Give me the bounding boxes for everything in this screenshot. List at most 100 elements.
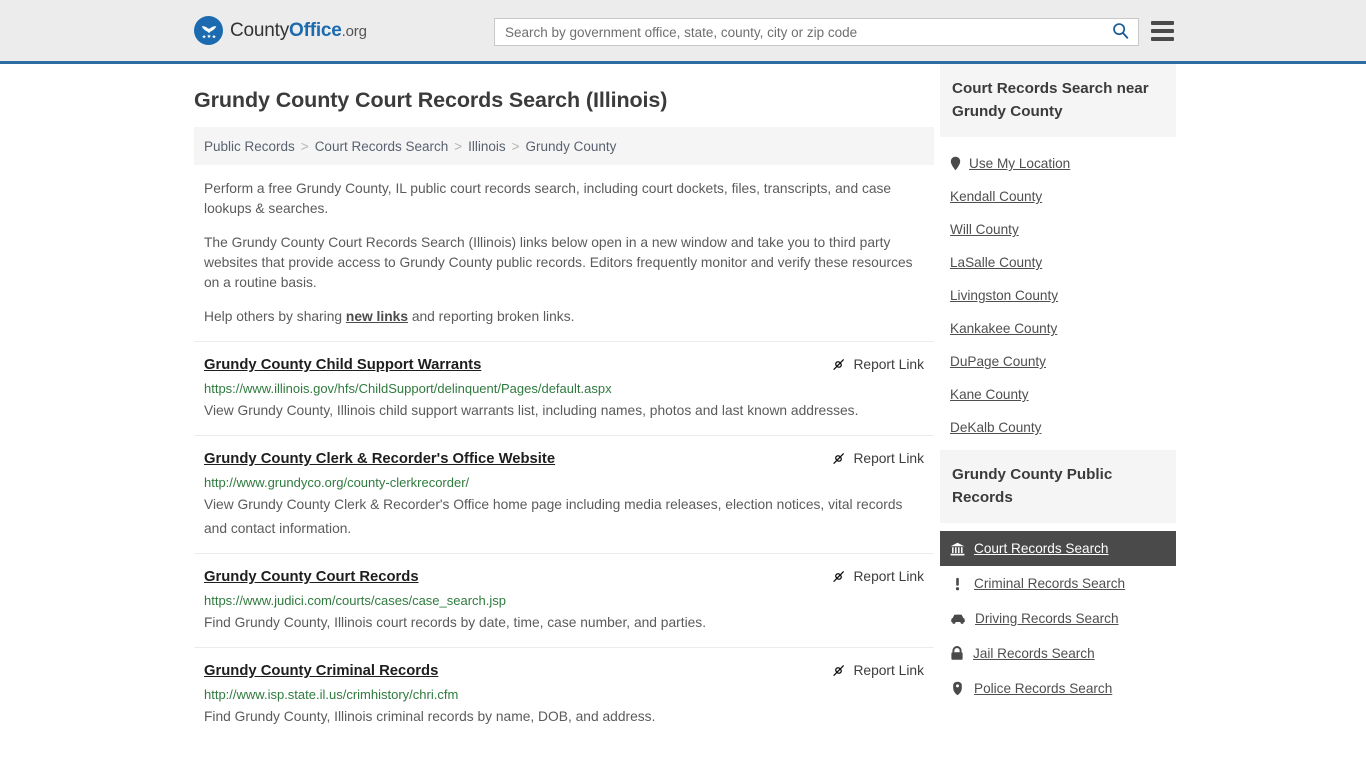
result-item: Grundy County Criminal Records Report Li… xyxy=(194,647,934,741)
report-link-button[interactable]: Report Link xyxy=(831,662,924,678)
result-header: Grundy County Criminal Records Report Li… xyxy=(204,662,924,681)
sidebar-item-label: Police Records Search xyxy=(974,681,1112,696)
sidebar-item-police-records-search[interactable]: Police Records Search xyxy=(940,671,1176,706)
new-links-link[interactable]: new links xyxy=(346,309,408,324)
site-header: CountyOffice.org xyxy=(0,0,1366,64)
sidebar-item-label: Use My Location xyxy=(969,156,1070,171)
page-body: Grundy County Court Records Search (Illi… xyxy=(0,64,1366,741)
hamburger-menu-icon[interactable] xyxy=(1151,21,1174,41)
result-header: Grundy County Court Records Report Link xyxy=(204,568,924,587)
search-icon xyxy=(1112,22,1129,42)
sidebar-item-jail-records-search[interactable]: Jail Records Search xyxy=(940,636,1176,671)
result-url[interactable]: https://www.judici.com/courts/cases/case… xyxy=(204,592,924,609)
breadcrumb-item-illinois[interactable]: Illinois xyxy=(468,139,506,154)
police-badge-icon xyxy=(950,681,965,696)
sidebar-item-dekalb-county[interactable]: DeKalb County xyxy=(940,411,1176,444)
sidebar-public-records-list: Court Records Search Criminal Records Se… xyxy=(940,531,1176,706)
breadcrumb-separator: > xyxy=(512,139,520,154)
hamburger-bar-3 xyxy=(1151,37,1174,41)
broken-link-icon xyxy=(831,569,846,584)
logo-part-county: County xyxy=(230,20,289,41)
sidebar-item-livingston-county[interactable]: Livingston County xyxy=(940,279,1176,312)
sidebar-item-kankakee-county[interactable]: Kankakee County xyxy=(940,312,1176,345)
report-link-button[interactable]: Report Link xyxy=(831,450,924,466)
result-header: Grundy County Clerk & Recorder's Office … xyxy=(204,450,924,469)
report-link-button[interactable]: Report Link xyxy=(831,356,924,372)
broken-link-icon xyxy=(831,663,846,678)
sidebar-item-label: DuPage County xyxy=(950,354,1046,369)
intro-section: Perform a free Grundy County, IL public … xyxy=(194,179,934,327)
breadcrumb-separator: > xyxy=(454,139,462,154)
result-description: View Grundy County Clerk & Recorder's Of… xyxy=(204,493,924,541)
result-url[interactable]: https://www.illinois.gov/hfs/ChildSuppor… xyxy=(204,380,924,397)
sidebar-item-label: Criminal Records Search xyxy=(974,576,1125,591)
result-description: View Grundy County, Illinois child suppo… xyxy=(204,399,924,423)
report-link-button[interactable]: Report Link xyxy=(831,568,924,584)
search-bar[interactable] xyxy=(494,18,1139,46)
breadcrumb-separator: > xyxy=(301,139,309,154)
report-link-label: Report Link xyxy=(853,357,924,372)
broken-link-icon xyxy=(831,451,846,466)
sidebar-item-label: Driving Records Search xyxy=(975,611,1119,626)
result-title-link[interactable]: Grundy County Court Records xyxy=(204,568,419,587)
help-text-after: and reporting broken links. xyxy=(408,309,574,324)
sidebar-item-label: DeKalb County xyxy=(950,420,1041,435)
intro-paragraph-2: The Grundy County Court Records Search (… xyxy=(194,233,934,293)
sidebar: Court Records Search near Grundy County … xyxy=(940,64,1176,741)
result-title-link[interactable]: Grundy County Clerk & Recorder's Office … xyxy=(204,450,555,469)
result-item: Grundy County Child Support Warrants Rep… xyxy=(194,341,934,435)
result-description: Find Grundy County, Illinois criminal re… xyxy=(204,705,924,729)
hamburger-bar-1 xyxy=(1151,21,1174,25)
breadcrumb: Public Records > Court Records Search > … xyxy=(194,127,934,165)
sidebar-item-dupage-county[interactable]: DuPage County xyxy=(940,345,1176,378)
hamburger-bar-2 xyxy=(1151,29,1174,33)
broken-link-icon xyxy=(831,357,846,372)
result-item: Grundy County Clerk & Recorder's Office … xyxy=(194,435,934,553)
search-button[interactable] xyxy=(1108,22,1138,42)
sidebar-item-use-my-location[interactable]: Use My Location xyxy=(940,147,1176,180)
result-description: Find Grundy County, Illinois court recor… xyxy=(204,611,924,635)
car-icon xyxy=(950,612,966,625)
result-header: Grundy County Child Support Warrants Rep… xyxy=(204,356,924,375)
sidebar-item-label: Will County xyxy=(950,222,1019,237)
sidebar-item-kane-county[interactable]: Kane County xyxy=(940,378,1176,411)
sidebar-item-label: Kankakee County xyxy=(950,321,1057,336)
sidebar-item-label: Kane County xyxy=(950,387,1029,402)
result-item: Grundy County Court Records Report Link … xyxy=(194,553,934,647)
sidebar-item-label: Court Records Search xyxy=(974,541,1108,556)
sidebar-item-label: Jail Records Search xyxy=(973,646,1095,661)
result-url[interactable]: http://www.isp.state.il.us/crimhistory/c… xyxy=(204,686,924,703)
result-title-link[interactable]: Grundy County Criminal Records xyxy=(204,662,438,681)
main-content: Grundy County Court Records Search (Illi… xyxy=(194,64,934,741)
map-pin-icon xyxy=(950,156,961,171)
help-text-before: Help others by sharing xyxy=(204,309,346,324)
sidebar-item-criminal-records-search[interactable]: Criminal Records Search xyxy=(940,566,1176,601)
courthouse-icon xyxy=(950,542,965,556)
breadcrumb-item-public-records[interactable]: Public Records xyxy=(204,139,295,154)
breadcrumb-item-court-records-search[interactable]: Court Records Search xyxy=(315,139,449,154)
exclamation-icon xyxy=(950,577,965,591)
intro-paragraph-1: Perform a free Grundy County, IL public … xyxy=(194,179,934,219)
lock-icon xyxy=(950,646,964,661)
result-url[interactable]: http://www.grundyco.org/county-clerkreco… xyxy=(204,474,924,491)
eagle-stars-icon xyxy=(194,16,223,45)
sidebar-item-kendall-county[interactable]: Kendall County xyxy=(940,180,1176,213)
sidebar-nearby-list: Use My Location Kendall County Will Coun… xyxy=(940,137,1176,450)
sidebar-item-lasalle-county[interactable]: LaSalle County xyxy=(940,246,1176,279)
report-link-label: Report Link xyxy=(853,663,924,678)
page-title: Grundy County Court Records Search (Illi… xyxy=(194,88,934,113)
sidebar-item-label: LaSalle County xyxy=(950,255,1042,270)
site-logo[interactable]: CountyOffice.org xyxy=(194,16,367,45)
search-input[interactable] xyxy=(495,19,1108,45)
intro-paragraph-help: Help others by sharing new links and rep… xyxy=(194,307,934,327)
result-title-link[interactable]: Grundy County Child Support Warrants xyxy=(204,356,481,375)
logo-part-office: Office xyxy=(289,20,342,41)
sidebar-item-label: Kendall County xyxy=(950,189,1042,204)
sidebar-item-will-county[interactable]: Will County xyxy=(940,213,1176,246)
breadcrumb-item-grundy-county[interactable]: Grundy County xyxy=(526,139,617,154)
sidebar-public-records-title: Grundy County Public Records xyxy=(940,450,1176,523)
sidebar-nearby-title: Court Records Search near Grundy County xyxy=(940,64,1176,137)
sidebar-item-court-records-search[interactable]: Court Records Search xyxy=(940,531,1176,566)
site-logo-text: CountyOffice.org xyxy=(230,20,367,42)
sidebar-item-driving-records-search[interactable]: Driving Records Search xyxy=(940,601,1176,636)
